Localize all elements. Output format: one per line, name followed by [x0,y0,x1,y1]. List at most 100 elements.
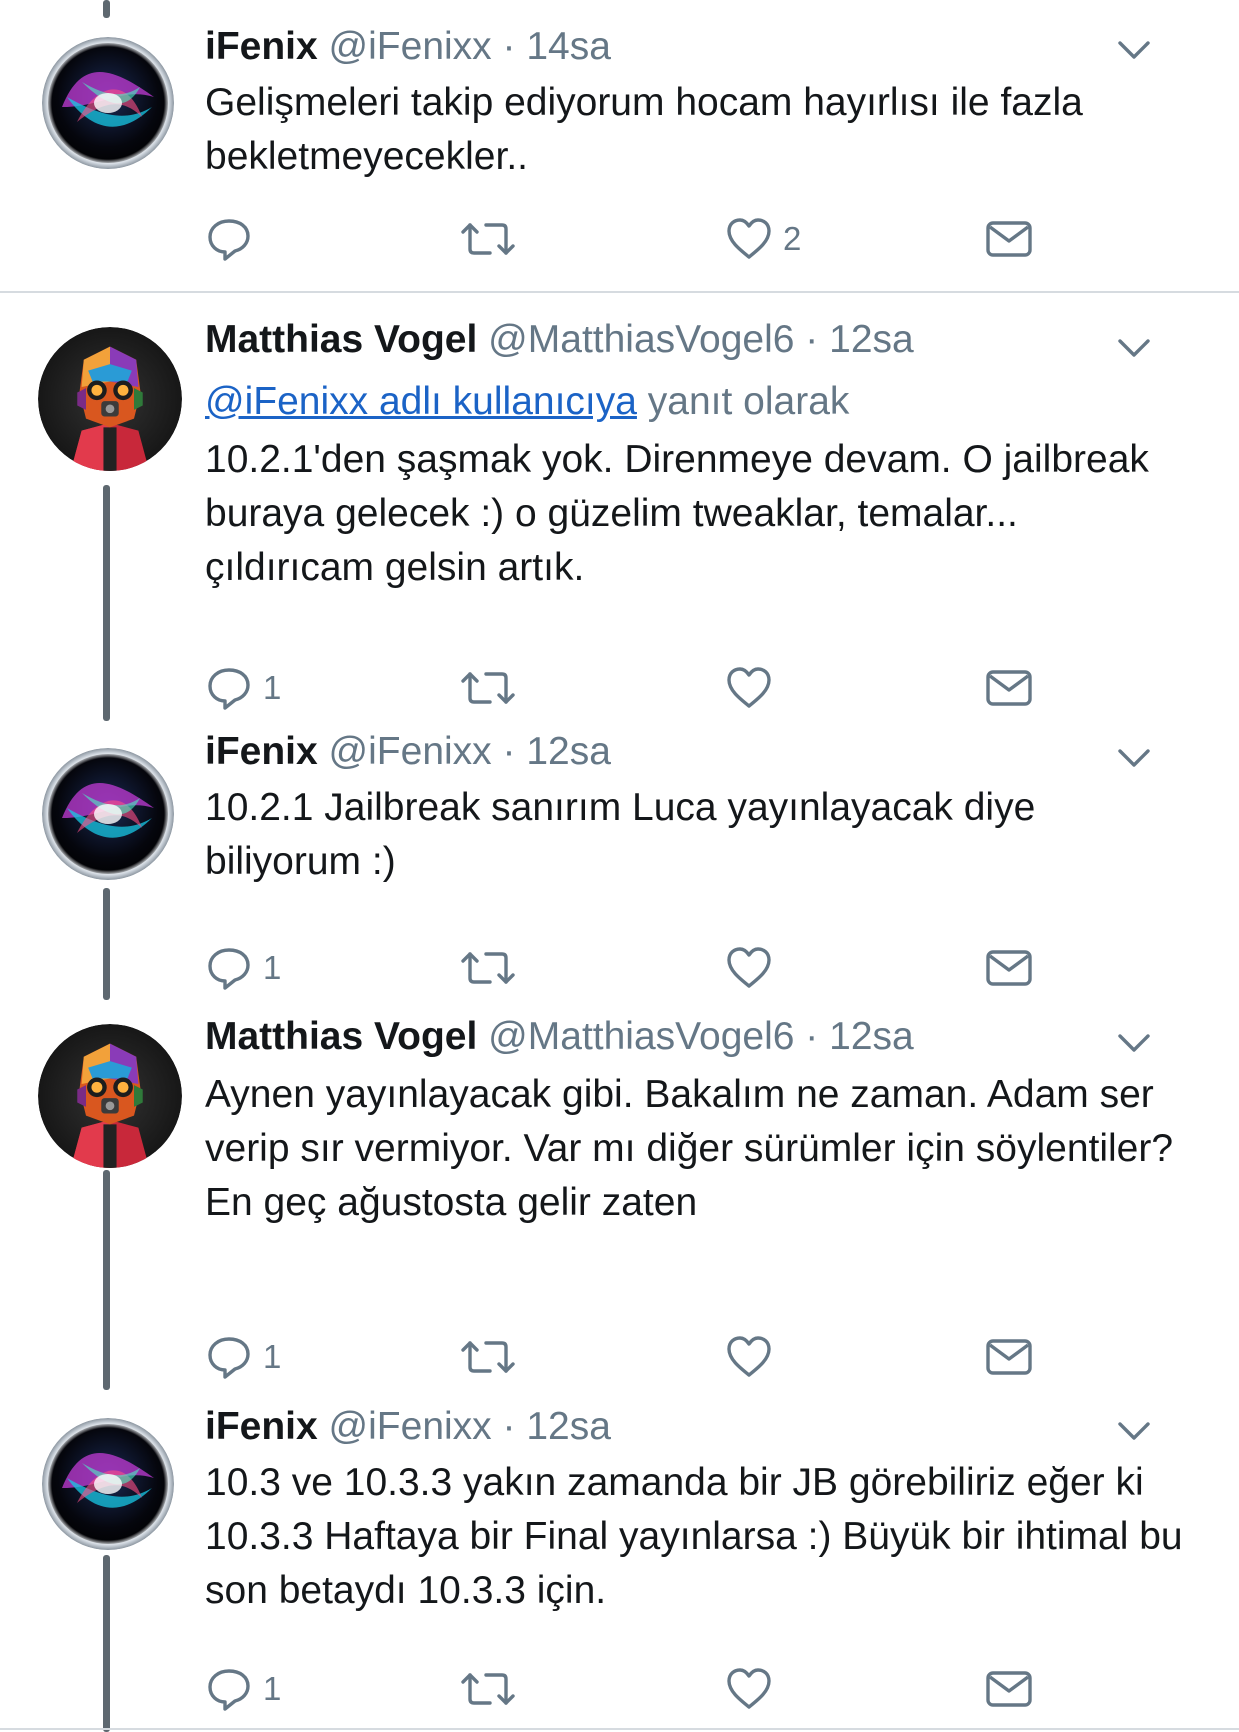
avatar[interactable] [38,327,182,471]
tweet-header: iFenix @iFenixx · 14sa [205,24,611,70]
reply-bubble-icon [205,944,253,992]
tweet-text: 10.3 ve 10.3.3 yakın zamanda bir JB göre… [205,1461,1183,1612]
retweet-button[interactable] [460,941,516,995]
display-name[interactable]: iFenix [205,25,318,68]
reply-bubble-icon [205,1333,253,1381]
chevron-down-icon[interactable] [1114,29,1154,69]
like-button[interactable] [725,1662,773,1716]
reply-suffix: yanıt olarak [647,380,850,423]
reply-count: 1 [263,949,282,986]
direct-message-button[interactable] [985,212,1033,266]
chevron-down-icon[interactable] [1114,737,1154,777]
reply-count: 1 [263,1338,282,1375]
timestamp[interactable]: 12sa [526,730,611,773]
like-button[interactable] [725,941,773,995]
tweet-3[interactable]: iFenix @iFenixx · 12sa 10.2.1 Jailbreak … [0,723,1239,1008]
star-lord-mask-avatar-icon [38,327,182,471]
reply-count: 1 [263,669,282,706]
chevron-down-icon[interactable] [1114,1022,1154,1062]
envelope-icon [985,219,1033,259]
retweet-icon [460,1333,516,1381]
retweet-icon [460,1665,516,1713]
avatar[interactable] [42,37,174,169]
tweet-text: Aynen yayınlayacak gibi. Bakalım ne zama… [205,1073,1174,1224]
envelope-icon [985,1337,1033,1377]
reply-button[interactable]: 1 [205,941,281,995]
heart-icon [725,664,773,712]
tweet-actions: 1 [205,941,1105,995]
avatar[interactable] [38,1024,182,1168]
display-name[interactable]: iFenix [205,1405,318,1448]
user-handle[interactable]: @iFenixx [329,25,492,68]
separator-dot: · [805,1015,819,1058]
tweet-text: 10.2.1'den şaşmak yok. Direnmeye devam. … [205,438,1149,589]
retweet-icon [460,664,516,712]
retweet-button[interactable] [460,1662,516,1716]
timestamp[interactable]: 12sa [829,318,914,361]
heart-icon [725,1665,773,1713]
tweet-2[interactable]: Matthias Vogel @MatthiasVogel6 · 12sa @i… [0,293,1239,723]
tweet-divider [0,1728,1239,1730]
chevron-down-icon[interactable] [1114,1410,1154,1450]
heart-icon [725,944,773,992]
reply-context: @iFenixx adlı kullanıcıya yanıt olarak [205,379,849,425]
avatar[interactable] [42,1418,174,1550]
tweet-actions: 2 [205,212,1105,266]
reply-count: 1 [263,1670,282,1707]
retweet-button[interactable] [460,212,516,266]
direct-message-button[interactable] [985,661,1033,715]
tweet-4[interactable]: Matthias Vogel @MatthiasVogel6 · 12sa Ay… [0,1008,1239,1398]
direct-message-button[interactable] [985,1330,1033,1384]
separator-dot: · [805,318,819,361]
envelope-icon [985,948,1033,988]
like-button[interactable] [725,661,773,715]
user-handle[interactable]: @MatthiasVogel6 [488,318,794,361]
star-lord-mask-avatar-icon [38,1024,182,1168]
tweet-header: Matthias Vogel @MatthiasVogel6 · 12sa [205,317,914,363]
retweet-button[interactable] [460,661,516,715]
direct-message-button[interactable] [985,1662,1033,1716]
tweet-header: iFenix @iFenixx · 12sa [205,729,611,775]
tweet-text: Gelişmeleri takip ediyorum hocam hayırlı… [205,81,1083,178]
tweet-1[interactable]: iFenix @iFenixx · 14sa Gelişmeleri takip… [0,0,1239,291]
tweet-actions: 1 [205,1662,1105,1716]
timestamp[interactable]: 12sa [829,1015,914,1058]
user-handle[interactable]: @MatthiasVogel6 [488,1015,794,1058]
envelope-icon [985,1669,1033,1709]
timestamp[interactable]: 14sa [526,25,611,68]
separator-dot: · [502,730,516,773]
timestamp[interactable]: 12sa [526,1405,611,1448]
reply-bubble-icon [205,215,253,263]
retweet-icon [460,944,516,992]
like-count: 2 [783,220,802,257]
envelope-icon [985,668,1033,708]
chevron-down-icon[interactable] [1114,327,1154,367]
heart-icon [725,1333,773,1381]
reply-button[interactable]: 1 [205,661,281,715]
reply-mention-link[interactable]: @iFenixx adlı kullanıcıya [205,380,637,423]
display-name[interactable]: Matthias Vogel [205,1015,477,1058]
reply-button[interactable] [205,212,253,266]
user-handle[interactable]: @iFenixx [329,730,492,773]
reply-button[interactable]: 1 [205,1330,281,1384]
tweet-5[interactable]: iFenix @iFenixx · 12sa 10.3 ve 10.3.3 ya… [0,1398,1239,1732]
heart-icon [725,215,773,263]
display-name[interactable]: Matthias Vogel [205,318,477,361]
tweet-header: Matthias Vogel @MatthiasVogel6 · 12sa [205,1014,914,1060]
tweet-actions: 1 [205,1330,1105,1384]
avatar[interactable] [42,748,174,880]
reply-bubble-icon [205,664,253,712]
retweet-button[interactable] [460,1330,516,1384]
tweet-actions: 1 [205,661,1105,715]
tweet-text: 10.2.1 Jailbreak sanırım Luca yayınlayac… [205,786,1036,883]
tweet-header: iFenix @iFenixx · 12sa [205,1404,611,1450]
siri-orb-avatar-icon [42,37,174,169]
like-button[interactable]: 2 [725,212,801,266]
user-handle[interactable]: @iFenixx [329,1405,492,1448]
reply-button[interactable]: 1 [205,1662,281,1716]
retweet-icon [460,215,516,263]
like-button[interactable] [725,1330,773,1384]
direct-message-button[interactable] [985,941,1033,995]
display-name[interactable]: iFenix [205,730,318,773]
siri-orb-avatar-icon [42,748,174,880]
